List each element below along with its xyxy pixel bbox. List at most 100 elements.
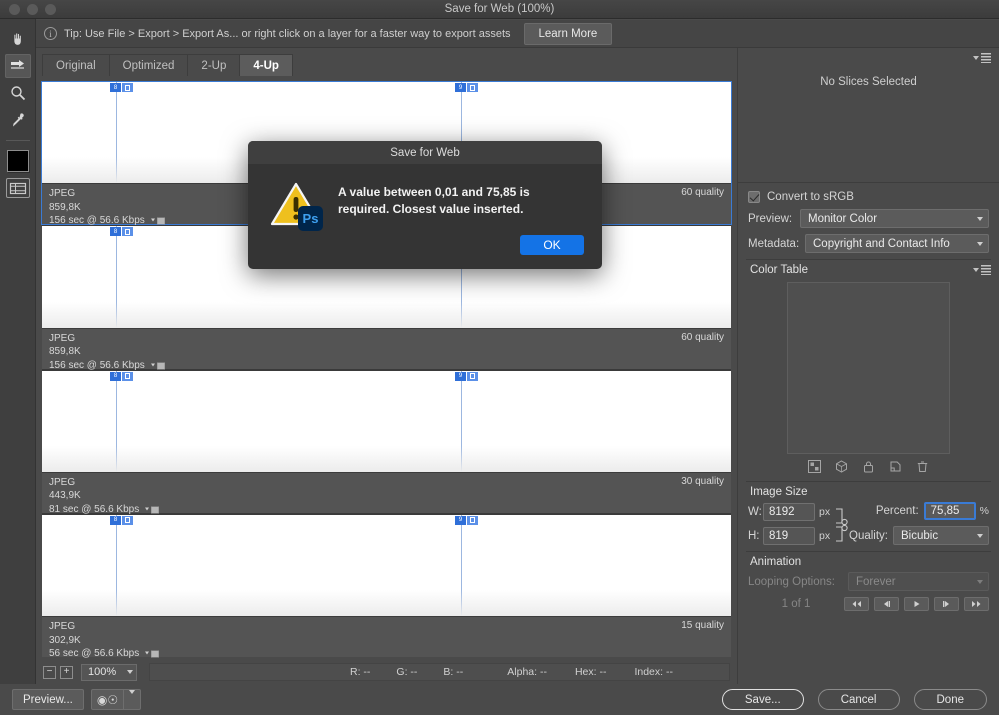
- chain-link-icon[interactable]: [833, 505, 849, 545]
- hand-tool[interactable]: [5, 27, 31, 51]
- preview-info-4: JPEG 302,9K 56 sec @ 56.6 Kbps 15 qualit…: [42, 616, 731, 659]
- slice-badge: 8: [110, 515, 133, 525]
- cancel-button[interactable]: Cancel: [817, 689, 900, 710]
- color-table-title: Color Table: [750, 264, 808, 276]
- readout-hex: Hex: --: [574, 666, 607, 678]
- preview-pane-4[interactable]: 8 9 JPEG 302,9K 56 sec @ 56.6 Kbps 15 qu…: [42, 514, 731, 659]
- animation-title: Animation: [750, 556, 802, 568]
- height-label: H:: [748, 529, 760, 542]
- resample-quality-select[interactable]: Bicubic: [893, 526, 989, 545]
- settings-panel: No Slices Selected Convert to sRGB Previ…: [737, 48, 999, 684]
- preview-image-4[interactable]: 8 9: [42, 514, 731, 616]
- slice-select-tool[interactable]: [4, 54, 31, 78]
- browser-preview-select[interactable]: ◉☉: [90, 689, 142, 710]
- trash-icon[interactable]: [916, 460, 929, 473]
- width-unit: px: [819, 505, 831, 518]
- foreground-color-swatch[interactable]: [5, 149, 31, 173]
- filesize-label: 859,8K: [49, 346, 81, 357]
- quality-label: 60 quality: [681, 187, 724, 199]
- width-value: 8192: [769, 505, 795, 518]
- learn-more-button[interactable]: Learn More: [523, 22, 613, 45]
- preview-info-3: JPEG 443,9K 81 sec @ 56.6 Kbps 30 qualit…: [42, 471, 731, 515]
- slice-badge: 9: [455, 515, 478, 525]
- toggle-slices-visibility[interactable]: [5, 176, 31, 200]
- metadata-value: Copyright and Contact Info: [813, 237, 950, 250]
- preview-select[interactable]: Monitor Color: [800, 209, 989, 228]
- format-label: JPEG: [49, 332, 76, 344]
- convert-srgb-checkbox[interactable]: [748, 191, 760, 203]
- first-frame-button[interactable]: [844, 597, 869, 611]
- slices-panel-menu-icon[interactable]: [973, 53, 991, 63]
- lock-icon[interactable]: [862, 460, 875, 473]
- width-input[interactable]: 8192: [763, 502, 815, 521]
- tab-4up[interactable]: 4-Up: [239, 54, 293, 76]
- percent-label: Percent:: [875, 505, 919, 517]
- color-table-grid[interactable]: [787, 282, 950, 454]
- percent-input[interactable]: 75,85: [923, 502, 976, 520]
- preview-label: Preview:: [748, 212, 793, 225]
- zoom-in-button[interactable]: +: [60, 665, 73, 679]
- play-button[interactable]: [904, 597, 929, 611]
- preview-button[interactable]: Preview...: [12, 689, 84, 710]
- slice-badge: 9: [455, 83, 478, 92]
- photoshop-badge: Ps: [298, 206, 323, 231]
- web-shift-icon[interactable]: [835, 460, 848, 473]
- animation-header: Animation: [746, 551, 991, 572]
- preview-area: Original Optimized 2-Up 4-Up 8 9 JPEG 85…: [36, 48, 737, 659]
- metadata-select[interactable]: Copyright and Contact Info: [805, 234, 989, 253]
- new-color-icon[interactable]: [889, 460, 902, 473]
- browser-icon: ◉☉: [96, 692, 119, 707]
- previous-frame-button[interactable]: [874, 597, 899, 611]
- format-label: JPEG: [49, 476, 76, 488]
- preview-pane-3[interactable]: 8 9 JPEG 443,9K 81 sec @ 56.6 Kbps 30 qu…: [42, 370, 731, 515]
- quality-row: Quality: Bicubic: [849, 526, 989, 545]
- convert-srgb-row[interactable]: Convert to sRGB: [748, 191, 989, 203]
- alert-ok-button[interactable]: OK: [520, 235, 584, 255]
- width-row: W: 8192 px: [748, 502, 833, 521]
- toolbar-divider: [5, 140, 30, 141]
- eyedropper-tool[interactable]: [5, 108, 31, 132]
- info-icon: i: [44, 27, 57, 40]
- convert-srgb-label: Convert to sRGB: [767, 191, 854, 203]
- save-button[interactable]: Save...: [721, 689, 804, 710]
- preview-image-3[interactable]: 8 9: [42, 370, 731, 472]
- quality-label: 15 quality: [681, 620, 724, 631]
- zoom-level-select[interactable]: 100%: [81, 663, 137, 681]
- image-size-controls: W: 8192 px H: 819 px Percent: 75,85 % Qu…: [738, 502, 999, 547]
- animation-controls: Looping Options: Forever 1 of 1: [738, 572, 999, 611]
- status-bar: − + 100% R: -- G: -- B: -- Alpha: -- Hex…: [36, 660, 737, 684]
- zoom-tool[interactable]: [5, 81, 31, 105]
- height-unit: px: [819, 529, 831, 542]
- tab-2up[interactable]: 2-Up: [187, 54, 241, 76]
- slice-badge: 8: [110, 371, 133, 381]
- chevron-down-icon: [977, 579, 983, 584]
- tab-optimized[interactable]: Optimized: [108, 54, 189, 76]
- done-button[interactable]: Done: [913, 689, 987, 710]
- preview-info-2: JPEG 859,8K 156 sec @ 56.6 Kbps 60 quali…: [42, 327, 731, 371]
- height-input[interactable]: 819: [763, 526, 815, 545]
- color-settings: Convert to sRGB Preview: Monitor Color M…: [738, 183, 999, 253]
- tip-bar: i Tip: Use File > Export > Export As... …: [36, 20, 999, 48]
- looping-options-select: Forever: [848, 572, 989, 591]
- zoom-out-button[interactable]: −: [43, 665, 56, 679]
- quality-label: 60 quality: [681, 331, 724, 343]
- metadata-row: Metadata: Copyright and Contact Info: [748, 234, 989, 253]
- slice-badge: 9: [455, 371, 478, 381]
- view-tabs: Original Optimized 2-Up 4-Up: [42, 54, 731, 76]
- last-frame-button[interactable]: [964, 597, 989, 611]
- chevron-down-icon: [977, 216, 983, 221]
- alert-title: Save for Web: [248, 141, 602, 164]
- no-slices-label: No Slices Selected: [820, 76, 917, 88]
- percent-value: 75,85: [930, 505, 960, 517]
- quality-label: 30 quality: [681, 475, 724, 487]
- resample-quality-label: Quality:: [849, 529, 888, 542]
- warning-triangle-icon: Ps: [270, 180, 332, 233]
- color-table-menu-icon[interactable]: [973, 265, 991, 275]
- tools-panel: [0, 19, 36, 715]
- chevron-down-icon: [977, 533, 983, 538]
- tab-original[interactable]: Original: [42, 54, 110, 76]
- alert-message-line2: required. Closest value inserted.: [338, 202, 524, 216]
- next-frame-button[interactable]: [934, 597, 959, 611]
- transparency-icon[interactable]: [808, 460, 821, 473]
- looping-row: Looping Options: Forever: [748, 572, 989, 591]
